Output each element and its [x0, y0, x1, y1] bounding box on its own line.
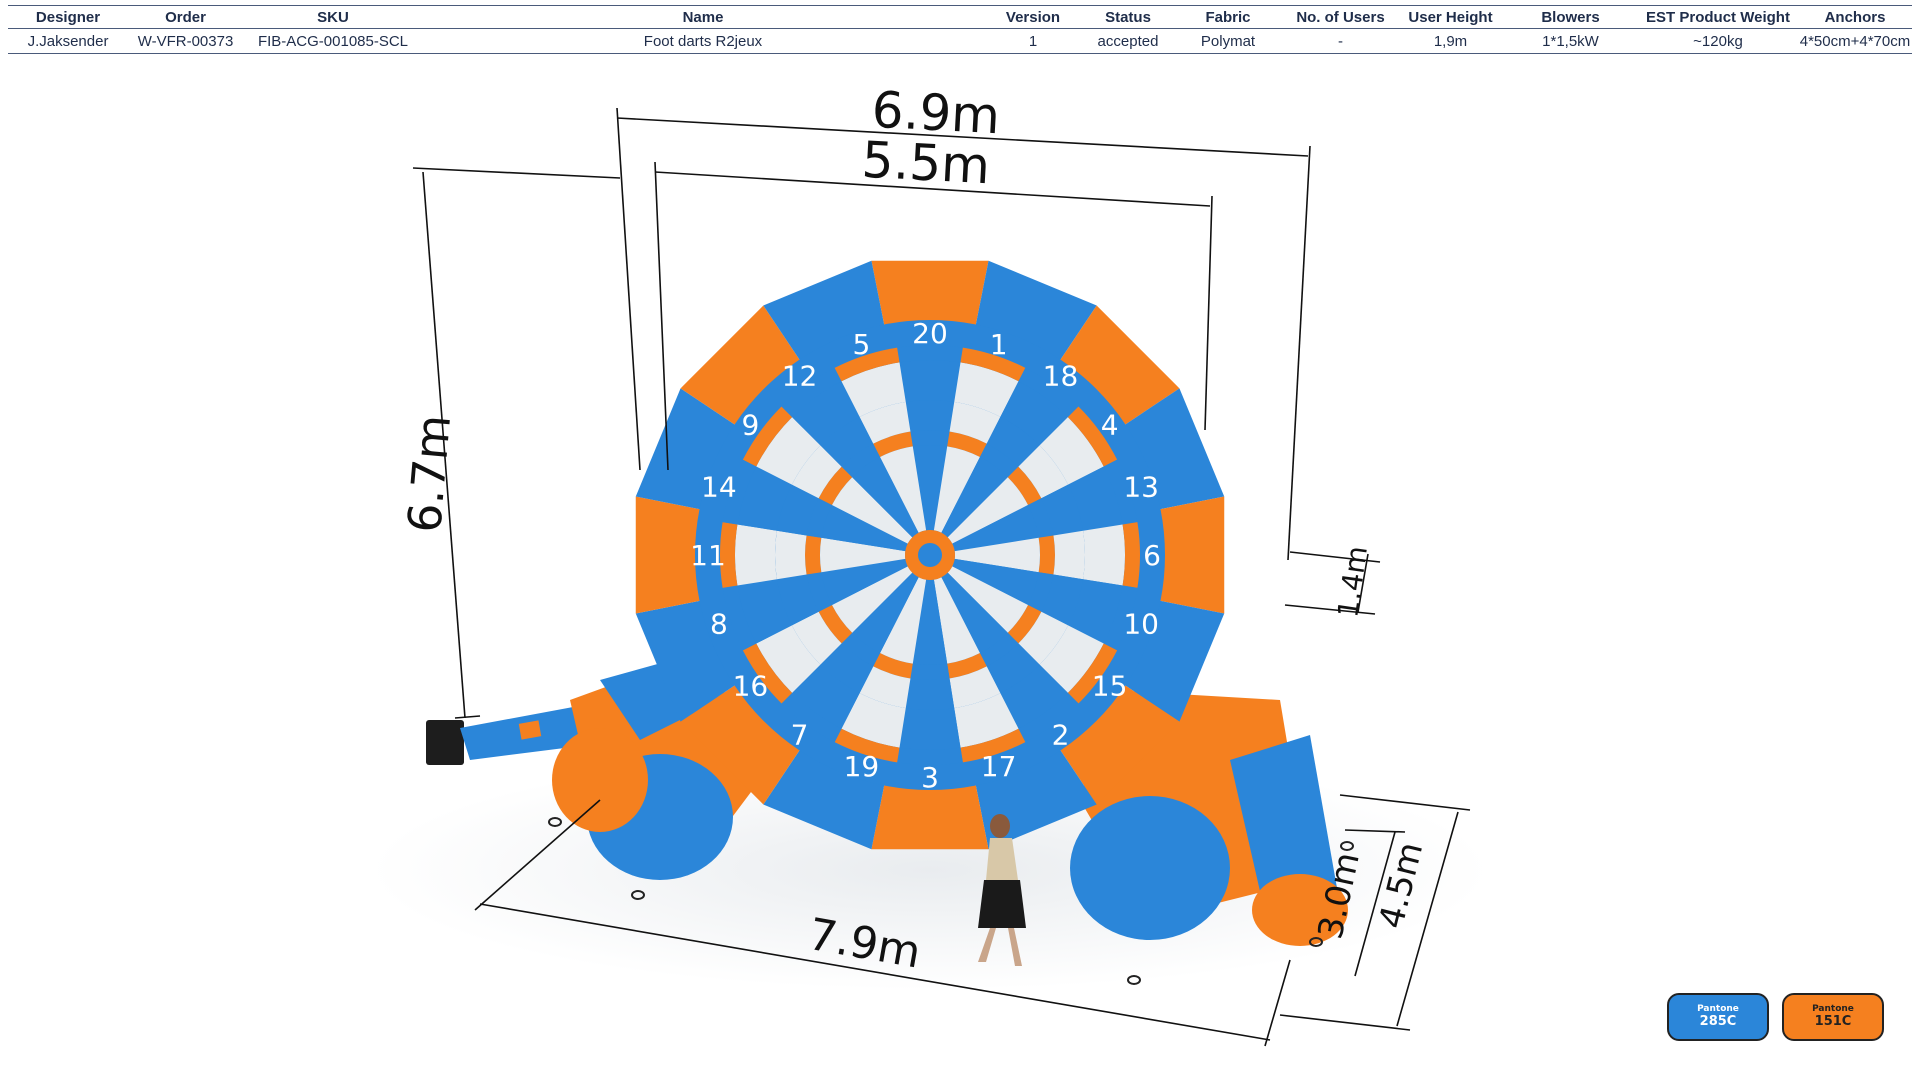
board-sector-mid: [905, 678, 955, 710]
dim-base-length-ext-right: [1264, 959, 1291, 1047]
board-number: 11: [690, 539, 726, 572]
dim-side-height-label: 1.4m: [1331, 544, 1374, 620]
person-head: [990, 814, 1010, 838]
board-number: 16: [733, 669, 769, 702]
dim-outer-width-ext-left: [616, 107, 641, 471]
bull-inner: [918, 543, 942, 567]
board-number: 3: [921, 761, 939, 794]
triple-ring-segment: [910, 663, 950, 681]
board-sector-outer: [735, 524, 777, 586]
board-number: 20: [912, 317, 948, 350]
board-number: 17: [981, 750, 1017, 783]
dim-height-label: 6.7m: [397, 412, 461, 534]
triple-ring-segment: [805, 535, 822, 575]
dim-height-ext-top: [412, 167, 621, 179]
dim-outer-width-ext-right: [1287, 145, 1311, 561]
swatch-code: 285C: [1699, 1013, 1737, 1029]
double-ring-segment: [1122, 522, 1141, 588]
dim-depth-outer-ext-bottom: [1279, 1014, 1411, 1031]
board-sector-mid: [775, 530, 807, 580]
board-sector-outer: [1083, 524, 1125, 586]
dartboard: 20 1 18 413 6 10 15 2 17 3 19 7 168 11 149 12 5: [635, 260, 1225, 850]
board-sector-mid: [905, 400, 955, 432]
board-number: 10: [1123, 608, 1159, 641]
pantone-swatch-orange: Pantone 151C: [1782, 993, 1884, 1041]
board-number: 19: [844, 750, 880, 783]
product-render: 20 1 18 413 6 10 15 2 17 3 19 7 168 11 149 12 5 6.9m 5.…: [370, 81, 1490, 1047]
board-number: 7: [791, 719, 809, 752]
board-number: 15: [1092, 669, 1128, 702]
pantone-swatch-blue: Pantone 285C: [1667, 993, 1769, 1041]
board-number: 2: [1052, 719, 1070, 752]
blower-tube-stripe: [518, 720, 542, 740]
dim-inner-width-ext-left: [654, 161, 669, 471]
board-number: 13: [1123, 470, 1159, 503]
board-number: 5: [852, 328, 870, 361]
dim-inner-width-label: 5.5m: [860, 131, 991, 196]
board-sector-mid: [1053, 530, 1085, 580]
left-bumper-rear: [552, 728, 648, 832]
dim-height-ext-bottom: [454, 715, 481, 719]
board-number: 6: [1143, 539, 1161, 572]
board-number: 9: [741, 409, 759, 442]
swatch-code: 151C: [1814, 1013, 1852, 1029]
board-sector-outer: [899, 360, 961, 402]
board-sector-outer: [899, 708, 961, 751]
person-skirt: [978, 880, 1026, 928]
board-number: 8: [710, 608, 728, 641]
board-number: 4: [1101, 409, 1119, 442]
blower-box: [426, 720, 464, 765]
right-bumper-front: [1070, 796, 1230, 940]
triple-ring-segment: [1038, 535, 1055, 575]
triple-ring-segment: [910, 430, 950, 447]
board-number: 1: [990, 328, 1008, 361]
dim-inner-width-ext-right: [1204, 195, 1213, 431]
board-number: 18: [1043, 359, 1079, 392]
board-number: 14: [701, 470, 737, 503]
board-number: 12: [782, 359, 818, 392]
